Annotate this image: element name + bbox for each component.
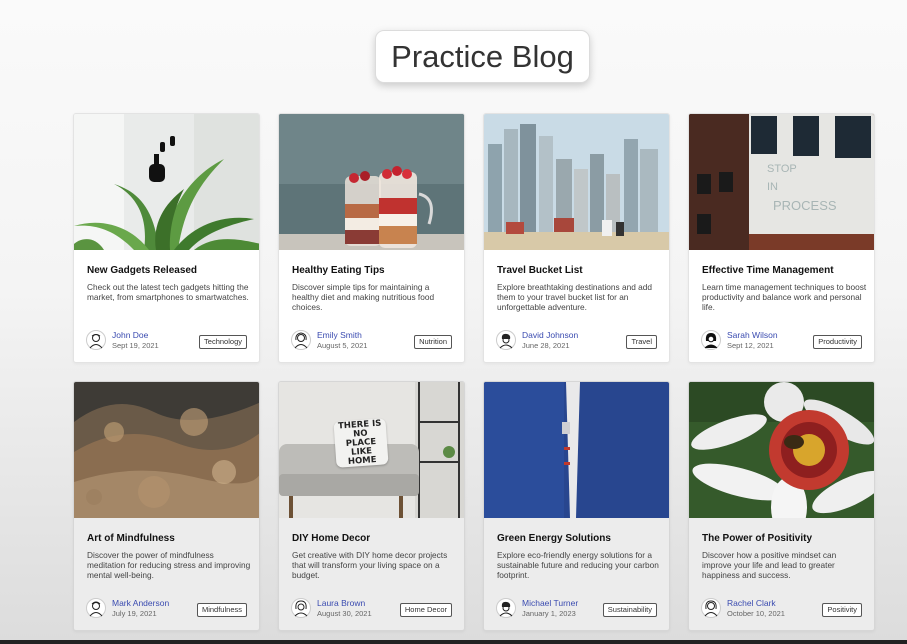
category-tag[interactable]: Positivity: [822, 603, 862, 617]
category-tag[interactable]: Nutrition: [414, 335, 452, 349]
post-title[interactable]: Effective Time Management: [702, 265, 867, 276]
brick-building-image: STOP IN PROCESS: [689, 114, 874, 250]
category-tag[interactable]: Sustainability: [602, 603, 657, 617]
post-description: Explore breathtaking destinations and ad…: [497, 282, 652, 313]
avatar: [496, 330, 516, 350]
category-tag[interactable]: Productivity: [813, 335, 862, 349]
author-name[interactable]: Emily Smith: [317, 330, 362, 340]
bottom-edge: [0, 640, 907, 644]
category-tag[interactable]: Home Decor: [399, 603, 452, 617]
post-date: August 5, 2021: [317, 341, 368, 350]
post-card[interactable]: Art of Mindfulness Discover the power of…: [73, 381, 260, 631]
water-splash-image: [74, 382, 259, 518]
post-card[interactable]: Healthy Eating Tips Discover simple tips…: [278, 113, 465, 363]
post-description: Explore eco-friendly energy solutions fo…: [497, 550, 659, 581]
author-name[interactable]: Mark Anderson: [112, 598, 169, 608]
post-description: Check out the latest tech gadgets hittin…: [87, 282, 249, 303]
category-tag[interactable]: Technology: [199, 335, 247, 349]
svg-text:PROCESS: PROCESS: [773, 198, 837, 213]
post-description: Discover simple tips for maintaining a h…: [292, 282, 435, 313]
wind-turbine-image: [484, 382, 669, 518]
author-name[interactable]: Sarah Wilson: [727, 330, 778, 340]
earbuds-plant-image: [74, 114, 259, 250]
post-date: Sept 19, 2021: [112, 341, 159, 350]
post-title[interactable]: New Gadgets Released: [87, 265, 252, 276]
posts-grid: New Gadgets Released Check out the lates…: [0, 0, 907, 644]
post-date: August 30, 2021: [317, 609, 372, 618]
post-title[interactable]: Green Energy Solutions: [497, 533, 662, 544]
post-card[interactable]: The Power of Positivity Discover how a p…: [688, 381, 875, 631]
post-title[interactable]: DIY Home Decor: [292, 533, 457, 544]
post-date: June 28, 2021: [522, 341, 570, 350]
category-tag[interactable]: Travel: [626, 335, 657, 349]
post-description: Discover how a positive mindset can impr…: [702, 550, 837, 581]
avatar: [291, 598, 311, 618]
author-name[interactable]: John Doe: [112, 330, 148, 340]
post-card[interactable]: Green Energy Solutions Explore eco-frien…: [483, 381, 670, 631]
author-name[interactable]: Rachel Clark: [727, 598, 776, 608]
avatar: [86, 330, 106, 350]
svg-text:IN: IN: [767, 181, 778, 193]
post-description: Get creative with DIY home decor project…: [292, 550, 448, 581]
post-date: January 1, 2023: [522, 609, 576, 618]
post-title[interactable]: Healthy Eating Tips: [292, 265, 457, 276]
avatar: [86, 598, 106, 618]
flower-bee-image: [689, 382, 874, 518]
post-card[interactable]: New Gadgets Released Check out the lates…: [73, 113, 260, 363]
post-description: Learn time management techniques to boos…: [702, 282, 867, 313]
sofa-pillow-image: THERE IS NO PLACE LIKE HOME: [279, 382, 464, 518]
avatar: [291, 330, 311, 350]
post-card[interactable]: THERE IS NO PLACE LIKE HOME DIY Home Dec…: [278, 381, 465, 631]
post-date: October 10, 2021: [727, 609, 785, 618]
author-name[interactable]: Michael Turner: [522, 598, 578, 608]
city-skyline-image: [484, 114, 669, 250]
post-title[interactable]: The Power of Positivity: [702, 533, 867, 544]
post-description: Discover the power of mindfulness medita…: [87, 550, 251, 581]
category-tag[interactable]: Mindfulness: [196, 603, 247, 617]
author-name[interactable]: Laura Brown: [317, 598, 365, 608]
avatar: [701, 330, 721, 350]
avatar: [701, 598, 721, 618]
author-name[interactable]: David Johnson: [522, 330, 578, 340]
parfait-jars-image: [279, 114, 464, 250]
pillow-text: THERE IS NO PLACE LIKE HOME: [333, 418, 389, 468]
post-title[interactable]: Art of Mindfulness: [87, 533, 252, 544]
post-card[interactable]: Travel Bucket List Explore breathtaking …: [483, 113, 670, 363]
svg-text:STOP: STOP: [767, 163, 797, 175]
post-title[interactable]: Travel Bucket List: [497, 265, 662, 276]
post-date: Sept 12, 2021: [727, 341, 774, 350]
post-card[interactable]: STOP IN PROCESS Effective Time Managemen…: [688, 113, 875, 363]
post-date: July 19, 2021: [112, 609, 157, 618]
avatar: [496, 598, 516, 618]
